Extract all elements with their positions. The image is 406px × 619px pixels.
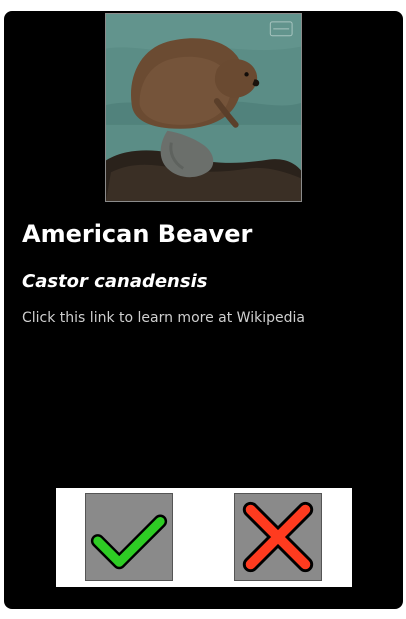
check-icon [86, 494, 172, 580]
species-scientific-name: Castor canadensis [22, 271, 208, 292]
reject-button[interactable] [234, 493, 322, 581]
wikipedia-link[interactable]: Click this link to learn more at Wikiped… [22, 309, 305, 327]
action-bar [56, 488, 352, 587]
species-common-name: American Beaver [22, 220, 253, 248]
accept-button[interactable] [85, 493, 173, 581]
x-icon [235, 494, 321, 580]
species-card: American Beaver Castor canadensis Click … [4, 11, 403, 609]
species-photo [105, 13, 302, 202]
